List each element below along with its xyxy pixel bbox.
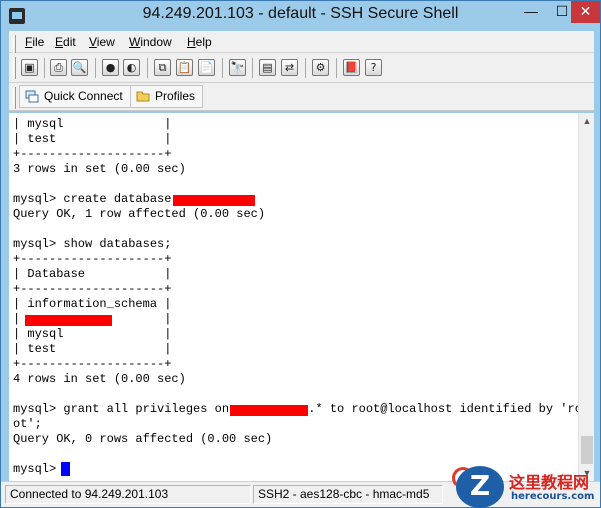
toolbar-grip[interactable] — [13, 57, 16, 79]
toolbar-separator — [44, 58, 45, 78]
ssh-client-window: 94.249.201.103 - default - SSH Secure Sh… — [0, 0, 601, 508]
menu-edit-label-rest: dit — [63, 35, 76, 49]
menu-file[interactable]: File — [25, 35, 44, 49]
toolbar-separator — [305, 58, 306, 78]
save-icon[interactable]: ▣ — [21, 59, 38, 76]
watermark-logo: Z — [456, 466, 504, 508]
redacted-database-name — [230, 405, 308, 416]
terminal-cursor — [61, 462, 70, 476]
print-preview-icon[interactable]: 🔍 — [71, 59, 88, 76]
quick-connect-bar: Quick Connect Profiles — [9, 83, 594, 111]
menu-bar: File Edit View Window Help — [9, 31, 594, 57]
toolbar-separator — [252, 58, 253, 78]
redacted-database-name — [25, 315, 112, 326]
menu-window-mnemonic: W — [129, 35, 141, 49]
quick-connect-button[interactable]: Quick Connect — [19, 85, 131, 108]
terminal-line: | Database | — [13, 267, 172, 281]
connection-status: Connected to 94.249.201.103 — [5, 485, 251, 504]
disconnect-icon[interactable]: ● — [102, 59, 119, 76]
terminal-line: 4 rows in set (0.00 sec) — [13, 372, 186, 386]
terminal-line: Query OK, 1 row affected (0.00 sec) — [13, 207, 266, 221]
copy-icon[interactable]: ⧉ — [154, 59, 171, 76]
menu-window[interactable]: Window — [129, 35, 172, 49]
scrollbar-thumb[interactable] — [581, 436, 593, 464]
paste-icon[interactable]: 📋 — [176, 59, 193, 76]
title-bar[interactable]: 94.249.201.103 - default - SSH Secure Sh… — [1, 1, 600, 31]
terminal-line: 3 rows in set (0.00 sec) — [13, 162, 186, 176]
menu-help-mnemonic: H — [187, 35, 196, 49]
cipher-status: SSH2 - aes128-cbc - hmac-md5 — [253, 485, 443, 504]
terminal-line: +--------------------+ — [13, 252, 172, 266]
terminal-line: | mysql | — [13, 117, 172, 131]
new-terminal-icon[interactable]: ▤ — [259, 59, 276, 76]
connect-icon[interactable]: ◐ — [123, 59, 140, 76]
terminal-line: | test | — [13, 342, 172, 356]
terminal-line: mysql> create database — [13, 192, 179, 206]
terminal-line: | mysql | — [13, 327, 172, 341]
toolbar-separator — [336, 58, 337, 78]
watermark-title: 这里教程网 — [509, 473, 590, 492]
terminal-line: | test | — [13, 132, 172, 146]
print-icon[interactable]: ⎙ — [50, 59, 67, 76]
toolbar: ▣ ⎙ 🔍 ● ◐ ⧉ 📋 📄 🔭 ▤ ⇄ ⚙ 📕 ? — [9, 53, 594, 83]
terminal-line: | information_schema | — [13, 297, 172, 311]
file-transfer-icon[interactable]: ⇄ — [281, 59, 298, 76]
menu-view-mnemonic: V — [89, 35, 97, 49]
help-book-icon[interactable]: 📕 — [343, 59, 360, 76]
folder-icon — [136, 91, 150, 102]
terminal-line: mysql> — [13, 462, 64, 476]
close-button[interactable]: ✕ — [571, 1, 600, 23]
toolbar-separator — [95, 58, 96, 78]
scroll-up-arrow-icon[interactable]: ▲ — [579, 113, 595, 129]
toolbar-separator — [222, 58, 223, 78]
window-title: 94.249.201.103 - default - SSH Secure Sh… — [142, 5, 459, 22]
terminal-line: mysql> show databases; — [13, 237, 172, 251]
paste-special-icon[interactable]: 📄 — [198, 59, 215, 76]
terminal-line: +--------------------+ — [13, 357, 172, 371]
vertical-scrollbar[interactable]: ▲ ▼ — [578, 113, 594, 481]
menu-edit[interactable]: Edit — [55, 35, 76, 49]
menu-view-label-rest: iew — [96, 35, 115, 49]
menu-file-label-rest: ile — [32, 35, 45, 49]
terminal-output[interactable]: | mysql | | test | +--------------------… — [9, 113, 578, 481]
redacted-database-name — [173, 195, 255, 206]
minimize-button[interactable]: — — [515, 1, 547, 23]
profiles-button[interactable]: Profiles — [130, 85, 204, 108]
quick-connect-icon — [25, 90, 39, 103]
terminal-line: +--------------------+ — [13, 147, 172, 161]
menu-window-label-rest: indow — [140, 35, 172, 49]
terminal-line: ot'; — [13, 417, 42, 431]
quick-connect-label: Quick Connect — [44, 89, 123, 103]
profiles-label: Profiles — [155, 89, 196, 103]
terminal-line: +--------------------+ — [13, 282, 172, 296]
menu-view[interactable]: View — [89, 35, 115, 49]
terminal-line: Query OK, 0 rows affected (0.00 sec) — [13, 432, 273, 446]
context-help-icon[interactable]: ? — [365, 59, 382, 76]
toolbar-separator — [147, 58, 148, 78]
menu-help-label-rest: elp — [195, 35, 212, 49]
settings-icon[interactable]: ⚙ — [312, 59, 329, 76]
watermark-url: herecours.com — [511, 491, 595, 502]
quickbar-grip[interactable] — [13, 87, 16, 109]
find-icon[interactable]: 🔭 — [229, 59, 246, 76]
menu-edit-mnemonic: E — [55, 35, 64, 49]
menu-help[interactable]: Help — [187, 35, 212, 49]
